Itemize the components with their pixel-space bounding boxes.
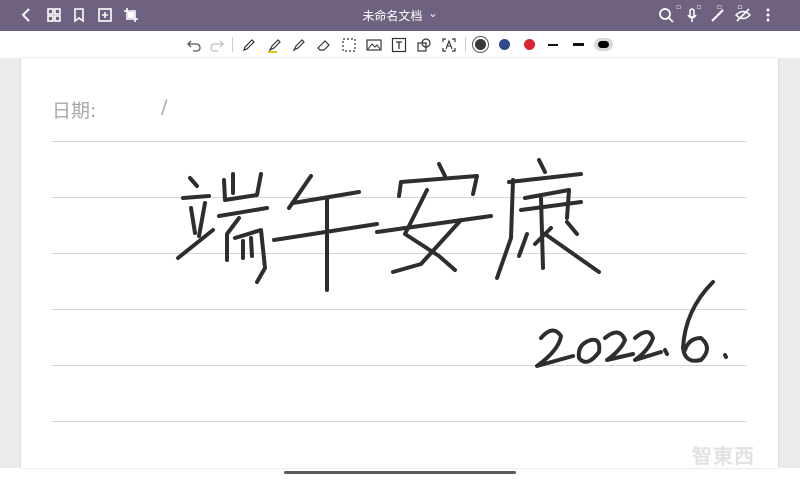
color-swatch-red[interactable] — [524, 39, 535, 50]
shape-icon[interactable] — [415, 36, 433, 54]
text-recognize-icon[interactable] — [440, 36, 458, 54]
toolbar-divider — [465, 37, 466, 52]
home-indicator[interactable] — [284, 471, 516, 474]
text-box-icon[interactable] — [390, 36, 408, 54]
undo-icon[interactable] — [185, 36, 203, 54]
pen-icon[interactable] — [709, 6, 727, 24]
watermark-logo: 智東西 — [692, 444, 755, 468]
handwriting-strokes — [176, 158, 728, 368]
stroke-width-medium[interactable] — [573, 43, 584, 46]
search-icon[interactable] — [657, 6, 675, 24]
color-swatch-blue[interactable] — [499, 39, 510, 50]
pencil-icon[interactable] — [240, 36, 258, 54]
hide-icon[interactable] — [734, 6, 752, 24]
marker-icon[interactable] — [290, 36, 308, 54]
drawing-toolbar — [0, 31, 800, 59]
note-page[interactable]: 日期: / — [21, 58, 778, 468]
stroke-width-thin[interactable] — [548, 44, 558, 46]
stroke-width-thick-indicator — [598, 41, 609, 48]
microphone-icon[interactable] — [683, 6, 701, 24]
stroke-width-thick[interactable] — [594, 38, 613, 51]
eraser-icon[interactable] — [315, 36, 333, 54]
lasso-icon[interactable] — [340, 36, 358, 54]
document-title-text: 未命名文档 — [362, 9, 423, 23]
redo-icon[interactable] — [208, 36, 226, 54]
app-bar: 未命名文档 ⌄ ▫▫▫▫ — [0, 0, 800, 31]
more-icon[interactable] — [759, 6, 777, 24]
highlighter-icon[interactable] — [266, 36, 284, 54]
chevron-down-icon: ⌄ — [428, 7, 438, 20]
image-icon[interactable] — [365, 36, 383, 54]
toolbar-divider — [232, 37, 233, 52]
color-swatch-black[interactable] — [475, 39, 486, 50]
